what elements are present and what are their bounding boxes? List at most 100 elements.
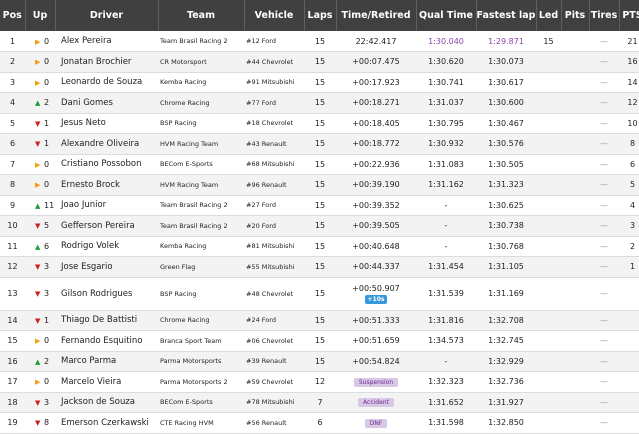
- up-cell: ▼ 1: [25, 310, 55, 331]
- driver-cell-text[interactable]: Fernando Esquitino: [61, 336, 143, 346]
- driver-cell-text[interactable]: Gilson Rodrigues: [61, 289, 132, 299]
- driver-cell-text[interactable]: Marco Parma: [61, 356, 116, 366]
- driver-cell-text[interactable]: Jonatan Brochier: [61, 57, 131, 67]
- tires-cell: —: [589, 330, 619, 352]
- driver-cell-text[interactable]: Cristiano Possobon: [61, 159, 141, 169]
- driver-cell-text[interactable]: Joao Junior: [61, 200, 106, 210]
- qual-cell-text: -: [444, 241, 448, 251]
- driver-cell-text[interactable]: Marcelo Vieira: [61, 377, 121, 387]
- time-cell: +00:40.648: [336, 236, 416, 257]
- table-row[interactable]: 18 ▼ 3 Jackson de Souza BECom E-Sports #78 Mi…: [0, 392, 639, 413]
- driver-cell-text[interactable]: Thiago De Battisti: [61, 315, 137, 325]
- no-change-icon: ▶: [35, 160, 41, 169]
- pos-cell-text: 5: [9, 118, 16, 128]
- time-text: +00:54.824: [352, 356, 400, 366]
- table-row[interactable]: 3 ▶ 0 Leonardo de Souza Kemba Racing #91 Mits…: [0, 72, 639, 93]
- table-row[interactable]: 8 ▶ 0 Ernesto Brock HVM Racing Team #96 Renau…: [0, 174, 639, 196]
- table-row[interactable]: 12 ▼ 3 Jose Esgario Green Flag #55 Mitsubishi…: [0, 256, 639, 278]
- col-laps[interactable]: Laps: [304, 0, 337, 31]
- laps-cell: 15: [304, 256, 336, 278]
- driver-cell-text[interactable]: Jose Esgario: [61, 262, 113, 272]
- table-row[interactable]: 14 ▼ 1 Thiago De Battisti Chrome Racing #24 F…: [0, 310, 639, 331]
- up-value: 1: [44, 139, 50, 149]
- col-time[interactable]: Time/Retired: [336, 0, 417, 31]
- driver-cell-text[interactable]: Alexandre Oliveira: [61, 139, 139, 149]
- qual-cell: 1:31.598: [416, 412, 476, 434]
- table-row[interactable]: 5 ▼ 1 Jesus Neto BSP Racing #18 Chevrolet 15 +0…: [0, 113, 639, 134]
- table-row[interactable]: 13 ▼ 3 Gilson Rodrigues BSP Racing #48 Chevro…: [0, 277, 639, 311]
- driver-cell-text[interactable]: Ernesto Brock: [61, 180, 120, 190]
- table-row[interactable]: 9 ▲ 11 Joao Junior Team Brasil Racing 2 #27 F…: [0, 195, 639, 216]
- table-row[interactable]: 10 ▼ 5 Gefferson Pereira Team Brasil Racing …: [0, 215, 639, 237]
- team-cell-text: BSP Racing: [160, 119, 197, 128]
- driver-cell: Leonardo de Souza: [55, 72, 158, 93]
- laps-cell-text: 15: [314, 262, 326, 272]
- col-led[interactable]: Led: [536, 0, 562, 31]
- team-cell-text: Kemba Racing: [160, 78, 207, 87]
- up-cell: ▶ 0: [25, 51, 55, 73]
- tires-cell: —: [589, 174, 619, 196]
- col-pts[interactable]: PTS: [619, 0, 639, 31]
- fastest-cell-text: 1:31.323: [488, 180, 524, 190]
- laps-cell: 15: [304, 174, 336, 196]
- driver-cell-text[interactable]: Gefferson Pereira: [61, 221, 135, 231]
- table-row[interactable]: 4 ▲ 2 Dani Gomes Chrome Racing #77 Ford 15 +00:…: [0, 92, 639, 114]
- tires-cell-text: —: [600, 289, 608, 298]
- driver-cell-text[interactable]: Leonardo de Souza: [61, 77, 142, 87]
- driver-cell-text[interactable]: Jesus Neto: [61, 118, 106, 128]
- driver-cell-text[interactable]: Jackson de Souza: [61, 397, 135, 407]
- table-row[interactable]: 11 ▲ 6 Rodrigo Volek Kemba Racing #81 Mitsubi…: [0, 236, 639, 257]
- time-cell: Accident: [336, 392, 416, 413]
- led-cell: [536, 154, 561, 175]
- driver-cell-text[interactable]: Dani Gomes: [61, 98, 113, 108]
- table-row[interactable]: 1 ▶ 0 Alex Pereira Team Brasil Racing 2 #12 F…: [0, 31, 639, 52]
- driver-cell-text[interactable]: Emerson Czerkawski: [61, 418, 149, 428]
- table-row[interactable]: 2 ▶ 0 Jonatan Brochier CR Motorsport #44 Chev…: [0, 51, 639, 73]
- team-cell: CR Motorsport: [158, 51, 244, 73]
- col-driver[interactable]: Driver: [55, 0, 159, 31]
- status-badge: Suspension: [353, 377, 399, 387]
- col-fastest[interactable]: Fastest lap: [476, 0, 537, 31]
- up-value: 0: [44, 180, 50, 190]
- col-up[interactable]: Up: [25, 0, 56, 31]
- table-row[interactable]: 16 ▲ 2 Marco Parma Parma Motorsports #39 Rena…: [0, 351, 639, 372]
- vehicle-cell: #12 Ford: [244, 31, 304, 52]
- col-qual[interactable]: Qual Time: [416, 0, 477, 31]
- tires-cell-text: —: [600, 356, 608, 366]
- table-row[interactable]: 17 ▶ 0 Marcelo Vieira Parma Motorsports 2 #59…: [0, 371, 639, 393]
- pos-cell: 17: [0, 371, 25, 393]
- col-tires[interactable]: Tires: [589, 0, 620, 31]
- pts-cell: 3: [619, 215, 639, 237]
- fastest-cell-text: 1:30.617: [488, 77, 524, 87]
- arrow-up-icon: ▲: [35, 242, 41, 251]
- laps-cell: 12: [304, 371, 336, 393]
- driver-cell-text[interactable]: Alex Pereira: [61, 36, 112, 46]
- qual-cell-text: 1:30.932: [428, 139, 464, 149]
- table-row[interactable]: 7 ▶ 0 Cristiano Possobon BECom E-Sports #68 M…: [0, 154, 639, 175]
- col-vehicle[interactable]: Vehicle: [244, 0, 305, 31]
- tires-cell-text: —: [600, 98, 608, 108]
- table-row[interactable]: 19 ▼ 8 Emerson Czerkawski CTE Racing HVM #56 …: [0, 412, 639, 434]
- laps-cell-text: 15: [314, 336, 326, 346]
- pos-cell: 14: [0, 310, 25, 331]
- laps-cell-text: 15: [314, 139, 326, 149]
- team-cell-text: BECom E-Sports: [160, 160, 213, 169]
- table-row[interactable]: 15 ▶ 0 Fernando Esquitino Branca Sport Team #…: [0, 330, 639, 352]
- table-row[interactable]: 6 ▼ 1 Alexandre Oliveira HVM Racing Team #43 …: [0, 133, 639, 155]
- pos-cell-text: 9: [9, 200, 16, 210]
- driver-cell-text[interactable]: Rodrigo Volek: [61, 241, 119, 251]
- qual-cell-text: 1:31.816: [428, 315, 464, 325]
- vehicle-cell: #43 Renault: [244, 133, 304, 155]
- tires-cell: —: [589, 277, 619, 311]
- time-cell: +00:18.271: [336, 92, 416, 114]
- team-cell-text: Chrome Racing: [160, 316, 210, 325]
- vehicle-cell: #20 Ford: [244, 215, 304, 237]
- up-cell: ▼ 3: [25, 256, 55, 278]
- led-cell: [536, 215, 561, 237]
- col-team[interactable]: Team: [158, 0, 245, 31]
- col-pits[interactable]: Pits: [561, 0, 590, 31]
- tires-cell: —: [589, 236, 619, 257]
- time-cell: Suspension: [336, 371, 416, 393]
- col-pos[interactable]: Pos: [0, 0, 26, 31]
- up-cell: ▲ 6: [25, 236, 55, 257]
